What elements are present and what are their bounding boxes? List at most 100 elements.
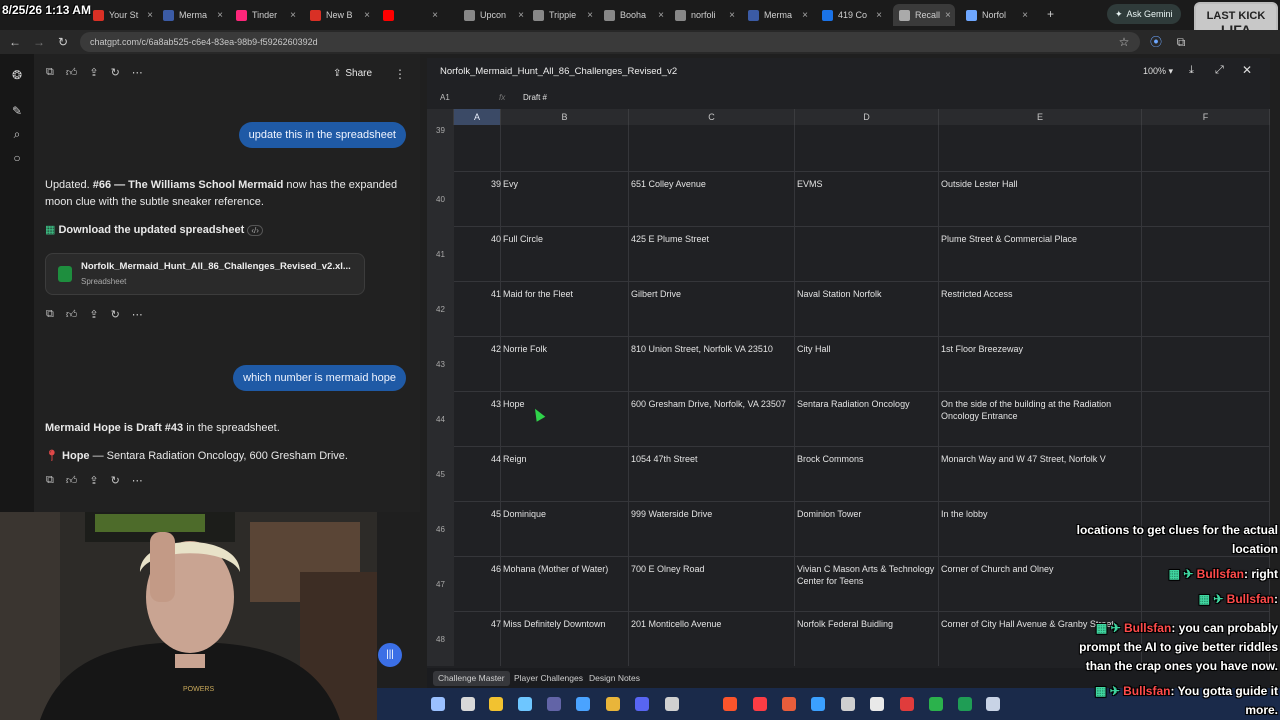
regenerate-icon[interactable]: ↻ [111, 474, 120, 488]
browser-tab[interactable]: New B × [310, 4, 370, 26]
tab-close-icon[interactable]: × [876, 10, 882, 21]
table-cell[interactable]: Dominique [503, 508, 627, 520]
tab-close-icon[interactable]: × [587, 10, 593, 21]
file-explorer-icon[interactable] [489, 697, 503, 711]
sheet-tab[interactable]: Challenge Master [433, 671, 510, 686]
tab-close-icon[interactable]: × [802, 10, 808, 21]
steam-icon-2[interactable] [986, 697, 1000, 711]
browser-tab[interactable]: × [383, 4, 438, 26]
column-header[interactable]: E [939, 109, 1142, 125]
table-cell[interactable]: 40 [456, 233, 501, 245]
bookmark-star-icon[interactable]: ☆ [1116, 34, 1132, 50]
xbox-icon[interactable] [929, 697, 943, 711]
share-button[interactable]: ⇪ Share [333, 68, 372, 79]
new-chat-icon[interactable]: ✎ [10, 104, 24, 118]
browser-tab[interactable]: Upcon × [464, 4, 524, 26]
table-cell[interactable]: Maid for the Fleet [503, 288, 627, 300]
download-link[interactable]: ▦ Download the updated spreadsheet ‹/› [45, 222, 263, 239]
tab-close-icon[interactable]: × [658, 10, 664, 21]
table-cell[interactable]: City Hall [797, 343, 937, 355]
column-header[interactable]: F [1142, 109, 1270, 125]
openai-logo-icon[interactable]: ❂ [10, 68, 24, 82]
regenerate-icon[interactable]: ↻ [111, 66, 120, 80]
column-header[interactable]: A [454, 109, 501, 125]
chrome-icon[interactable] [606, 697, 620, 711]
table-cell[interactable]: Outside Lester Hall [941, 178, 1140, 190]
table-cell[interactable]: Norrie Folk [503, 343, 627, 355]
table-cell[interactable]: Gilbert Drive [631, 288, 793, 300]
help-icon[interactable] [811, 697, 825, 711]
table-cell[interactable]: Plume Street & Commercial Place [941, 233, 1140, 245]
table-cell[interactable]: 44 [456, 453, 501, 465]
browser-tab[interactable]: Booha × [604, 4, 664, 26]
table-cell[interactable]: 47 [456, 618, 501, 630]
table-cell[interactable]: 201 Monticello Avenue [631, 618, 793, 630]
table-cell[interactable]: 1054 47th Street [631, 453, 793, 465]
thumbs-up-icon[interactable]: 👍︎ [66, 474, 78, 488]
app-window-icon[interactable] [841, 697, 855, 711]
table-cell[interactable]: 1st Floor Breezeway [941, 343, 1140, 355]
row-number[interactable]: 48 [427, 612, 454, 666]
table-cell[interactable]: 46 [456, 563, 501, 575]
row-number[interactable]: 43 [427, 337, 454, 392]
row-number[interactable]: 40 [427, 172, 454, 227]
extension-icon[interactable]: ⦿ [1148, 34, 1164, 50]
table-cell[interactable]: 425 E Plume Street [631, 233, 793, 245]
table-cell[interactable]: Brock Commons [797, 453, 937, 465]
discord-icon[interactable] [635, 697, 649, 711]
table-cell[interactable]: 42 [456, 343, 501, 355]
download-icon[interactable]: ⤓ [1189, 64, 1194, 77]
row-number[interactable]: 41 [427, 227, 454, 282]
table-cell[interactable]: 600 Gresham Drive, Norfolk, VA 23507 [631, 398, 793, 410]
chat-bubble-icon[interactable]: ○ [10, 151, 24, 165]
share-icon[interactable]: ⇪ [89, 308, 98, 322]
column-header[interactable]: D [795, 109, 939, 125]
table-cell[interactable]: 810 Union Street, Norfolk VA 23510 [631, 343, 793, 355]
table-cell[interactable]: 999 Waterside Drive [631, 508, 793, 520]
tab-close-icon[interactable]: × [364, 10, 370, 21]
regenerate-icon[interactable]: ↻ [111, 308, 120, 322]
table-cell[interactable]: 39 [456, 178, 501, 190]
table-cell[interactable]: Dominion Tower [797, 508, 937, 520]
close-icon[interactable]: ✕ [1242, 63, 1252, 77]
select-all-corner[interactable] [427, 109, 454, 125]
extensions-puzzle-icon[interactable]: ⧉ [1173, 34, 1189, 50]
table-cell[interactable]: Evy [503, 178, 627, 190]
task-view-icon[interactable] [461, 697, 475, 711]
tab-close-icon[interactable]: × [217, 10, 223, 21]
browser-tab[interactable]: Trippie × [533, 4, 593, 26]
brave-icon[interactable] [723, 697, 737, 711]
sheet-tab[interactable]: Player Challenges [509, 671, 588, 686]
column-header[interactable]: B [501, 109, 629, 125]
more-options-icon[interactable]: ⋮ [394, 67, 406, 81]
share-icon[interactable]: ⇪ [89, 474, 98, 488]
browser-tab[interactable]: Recall × [893, 4, 955, 26]
table-cell[interactable]: Sentara Radiation Oncology [797, 398, 937, 410]
github-icon[interactable] [665, 697, 679, 711]
thumbs-up-icon[interactable]: 👍︎ [66, 308, 78, 322]
browser-tab[interactable]: 419 Co × [822, 4, 882, 26]
address-bar[interactable]: chatgpt.com/c/6a8ab525-c6e4-83ea-98b9-f5… [80, 32, 1140, 52]
browser-tab[interactable]: Merma × [163, 4, 223, 26]
more-icon[interactable]: ⋯ [132, 308, 143, 322]
tab-close-icon[interactable]: × [945, 10, 951, 21]
table-cell[interactable]: EVMS [797, 178, 937, 190]
ask-gemini-button[interactable]: ✦ Ask Gemini [1107, 4, 1181, 24]
back-arrow-icon[interactable]: ← [7, 34, 23, 50]
sheet-tab[interactable]: Design Notes [584, 671, 645, 686]
steam-icon[interactable] [870, 697, 884, 711]
row-number[interactable]: 42 [427, 282, 454, 337]
zoom-dropdown[interactable]: 100% ▾ [1143, 66, 1173, 77]
copy-icon[interactable]: ⧉ [46, 474, 54, 488]
table-cell[interactable]: 43 [456, 398, 501, 410]
app-icon[interactable] [782, 697, 796, 711]
tab-close-icon[interactable]: × [518, 10, 524, 21]
forward-arrow-icon[interactable]: → [31, 34, 47, 50]
tab-close-icon[interactable]: × [729, 10, 735, 21]
table-cell[interactable]: Restricted Access [941, 288, 1140, 300]
formula-value[interactable]: Draft # [523, 93, 547, 102]
table-cell[interactable]: 41 [456, 288, 501, 300]
browser-tab[interactable]: Merma × [748, 4, 808, 26]
column-header[interactable]: C [629, 109, 795, 125]
excel-icon[interactable] [958, 697, 972, 711]
